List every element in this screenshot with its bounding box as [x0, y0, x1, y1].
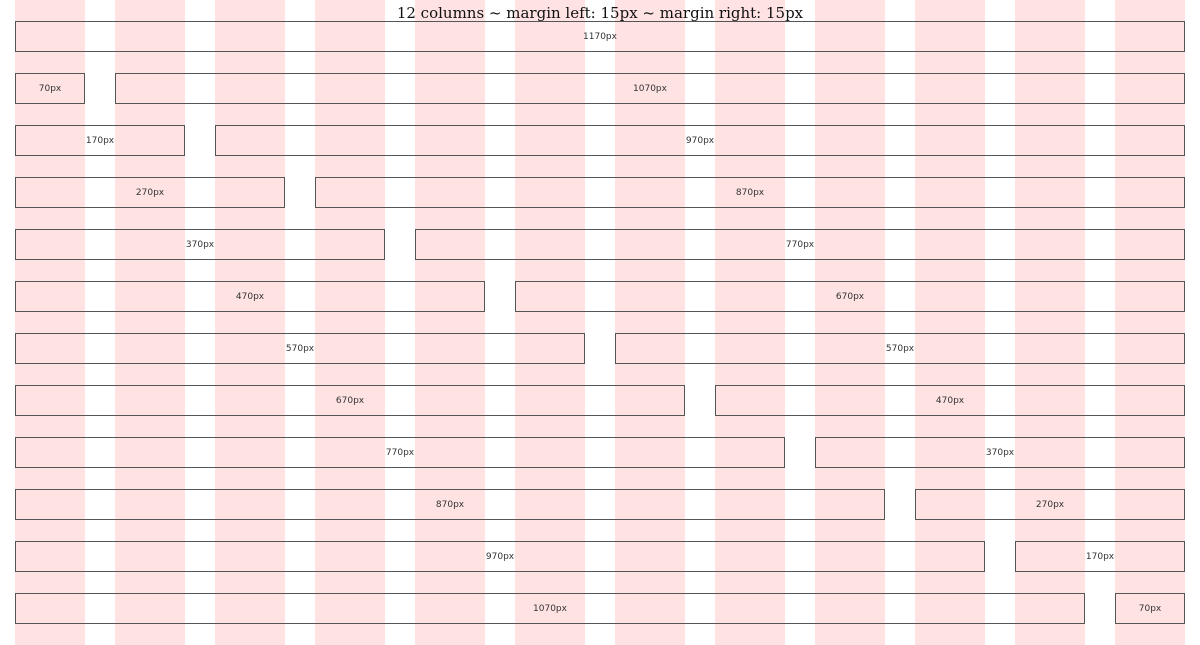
box-width-label: 970px: [685, 135, 715, 146]
box-width-label: 570px: [285, 343, 315, 354]
grid-box: 870px: [315, 177, 1185, 208]
box-width-label: 1070px: [633, 83, 667, 94]
page-title: 12 columns ~ margin left: 15px ~ margin …: [396, 4, 804, 22]
grid-box: 1170px: [15, 21, 1185, 52]
box-width-label: 1070px: [533, 603, 567, 614]
box-width-label: 870px: [735, 187, 765, 198]
grid-box: 170px: [1015, 541, 1185, 572]
layout-rows: 1170px 70px 1070px 170px 970px 270px 870px 370p…: [0, 0, 1200, 645]
grid-box: 1070px: [15, 593, 1085, 624]
box-width-label: 870px: [435, 499, 465, 510]
grid-box: 70px: [15, 73, 85, 104]
box-width-label: 670px: [335, 395, 365, 406]
box-width-label: 770px: [385, 447, 415, 458]
box-width-label: 370px: [185, 239, 215, 250]
grid-box: 470px: [15, 281, 485, 312]
box-width-label: 770px: [785, 239, 815, 250]
grid-box: 770px: [15, 437, 785, 468]
grid-box: 870px: [15, 489, 885, 520]
grid-box: 770px: [415, 229, 1185, 260]
grid-box: 670px: [515, 281, 1185, 312]
box-width-label: 1170px: [583, 31, 617, 42]
grid-box: 970px: [15, 541, 985, 572]
box-width-label: 170px: [1085, 551, 1115, 562]
box-width-label: 470px: [235, 291, 265, 302]
grid-box: 70px: [1115, 593, 1185, 624]
grid-box: 370px: [815, 437, 1185, 468]
box-width-label: 70px: [38, 83, 62, 94]
grid-box: 1070px: [115, 73, 1185, 104]
box-width-label: 270px: [1035, 499, 1065, 510]
grid-box: 670px: [15, 385, 685, 416]
grid-box: 370px: [15, 229, 385, 260]
grid-box: 570px: [15, 333, 585, 364]
grid-box: 270px: [915, 489, 1185, 520]
box-width-label: 170px: [85, 135, 115, 146]
box-width-label: 970px: [485, 551, 515, 562]
grid-box: 170px: [15, 125, 185, 156]
box-width-label: 70px: [1138, 603, 1162, 614]
box-width-label: 270px: [135, 187, 165, 198]
box-width-label: 570px: [885, 343, 915, 354]
box-width-label: 370px: [985, 447, 1015, 458]
box-width-label: 670px: [835, 291, 865, 302]
grid-box: 270px: [15, 177, 285, 208]
grid-box: 470px: [715, 385, 1185, 416]
box-width-label: 470px: [935, 395, 965, 406]
grid-box: 570px: [615, 333, 1185, 364]
grid-box: 970px: [215, 125, 1185, 156]
